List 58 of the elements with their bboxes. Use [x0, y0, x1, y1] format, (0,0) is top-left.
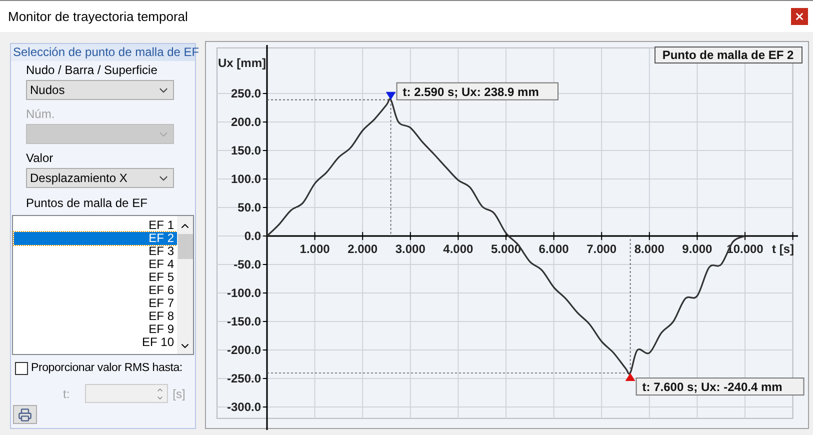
dropdown[interactable]: Nudos	[26, 80, 174, 100]
unit-label: [s]	[172, 386, 186, 403]
x-tick-label: 5.000	[490, 242, 522, 256]
points-list[interactable]: EF 1 EF 2 EF 3 EF 4 EF 5 EF 6 EF 7 EF 8 EF 9 EF 10	[12, 215, 194, 355]
close-icon	[794, 11, 805, 22]
list-item[interactable]: EF 10	[14, 336, 177, 349]
dropdown[interactable]: Desplazamiento X	[26, 168, 174, 188]
y-tick-label: 50.0	[238, 200, 261, 214]
print-button[interactable]	[13, 405, 37, 424]
list-item[interactable]: EF 1	[14, 219, 177, 232]
list-item[interactable]: EF 9	[14, 323, 177, 336]
value-label: t: 7.600 s; Ux: -240.4 mm	[636, 378, 804, 396]
chart-title: Punto de malla de EF 2	[654, 46, 802, 64]
x-tick-label: 3.000	[395, 242, 426, 256]
y-axis-label: Ux [mm]	[218, 56, 266, 70]
x-tick-label: 4.000	[443, 242, 474, 256]
y-tick-label: -200.0	[226, 343, 261, 357]
list-item[interactable]: EF 3	[14, 245, 177, 258]
list-item[interactable]: EF 8	[14, 310, 177, 323]
field-label: Valor	[26, 151, 54, 165]
y-tick-label: 150.0	[230, 144, 261, 158]
x-tick-label: 8.000	[634, 242, 664, 256]
x-tick-label: 6.000	[538, 242, 569, 256]
x-tick-label: 7.000	[586, 242, 617, 256]
y-tick-label: 0.0	[244, 229, 261, 243]
field-label: Núm.	[26, 107, 56, 121]
y-tick-label: -100.0	[226, 286, 261, 300]
y-tick-label: 200.0	[230, 115, 261, 129]
window-title: Monitor de trayectoria temporal	[8, 8, 188, 26]
y-tick-label: -50.0	[234, 258, 261, 272]
value-label: t: 2.590 s; Ux: 238.9 mm	[396, 82, 558, 100]
y-tick-label: -150.0	[226, 314, 261, 328]
annotation: t: 2.590 s; Ux: 238.9 mm	[402, 84, 539, 99]
minimum-marker-icon	[625, 373, 636, 382]
y-tick-label: -250.0	[226, 372, 261, 386]
chart-title: Punto de malla de EF 2	[662, 48, 794, 62]
list-item[interactable]: EF 4	[14, 258, 177, 271]
field-label: t:	[63, 386, 70, 403]
annotation: t: 7.600 s; Ux: -240.4 mm	[642, 380, 782, 394]
list-label: Puntos de malla de EF	[25, 196, 148, 210]
list-item[interactable]: EF 7	[14, 297, 177, 310]
x-axis-label: t [s]	[772, 242, 794, 256]
printer-icon	[18, 408, 32, 422]
list-item[interactable]: EF 6	[14, 284, 177, 297]
x-tick-label: 2.000	[348, 242, 378, 256]
scrollbar[interactable]	[177, 216, 193, 354]
close-button[interactable]	[791, 8, 808, 25]
list-item[interactable]: EF 5	[14, 271, 177, 284]
maximum-marker-icon	[386, 92, 396, 100]
list-item[interactable]: EF 2	[14, 232, 177, 245]
x-tick-label: 1.000	[300, 242, 330, 256]
y-tick-label: 250.0	[230, 86, 261, 100]
scrollbar-thumb[interactable]	[178, 234, 192, 259]
y-tick-label: 100.0	[230, 172, 261, 186]
x-tick-label: 9.000	[682, 242, 712, 256]
y-tick-label: -300.0	[226, 400, 261, 414]
checkbox-label: Proporcionar valor RMS hasta:	[31, 361, 182, 376]
field-label: Nudo / Barra / Superficie	[26, 63, 158, 77]
